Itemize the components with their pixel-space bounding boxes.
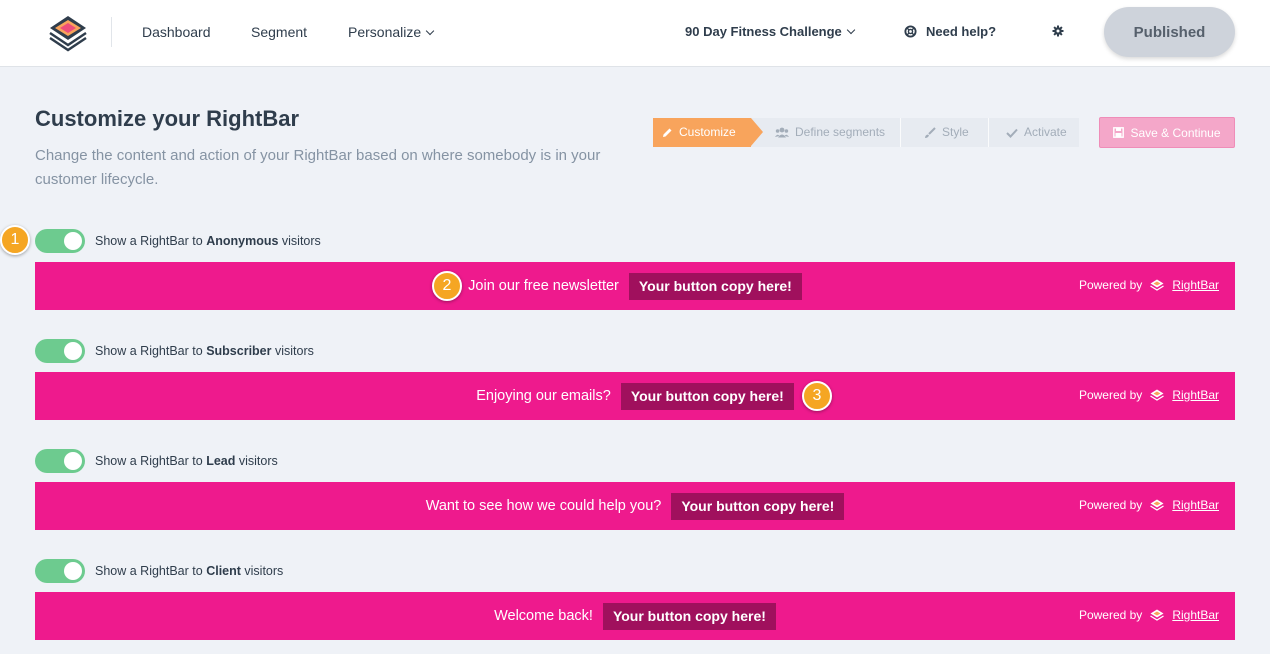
- powered-by-text: Powered by: [1078, 278, 1143, 292]
- rightbar-client: Welcome back! Your button copy here! Pow…: [35, 592, 1235, 640]
- progress-stepper: Customize Define segments Style Activate: [653, 118, 1079, 147]
- published-button[interactable]: Published: [1104, 7, 1235, 57]
- rightbar-link[interactable]: RightBar: [1172, 388, 1219, 402]
- rightbar-logo-icon: [1150, 279, 1165, 291]
- bar-message[interactable]: Want to see how we could help you?: [426, 498, 662, 514]
- pencil-icon: [663, 128, 672, 137]
- toggle-client[interactable]: [35, 559, 85, 583]
- lifebuoy-icon: [904, 25, 917, 38]
- bar-content: Enjoying our emails? Your button copy he…: [35, 372, 1235, 420]
- powered-by-text: Powered by: [1078, 388, 1143, 402]
- check-icon: [1006, 128, 1018, 138]
- label-prefix: Show a RightBar to: [95, 564, 203, 578]
- step-label: Style: [942, 125, 969, 139]
- campaign-name: 90 Day Fitness Challenge: [685, 24, 842, 39]
- label-prefix: Show a RightBar to: [95, 454, 203, 468]
- rightbar-subscriber: Enjoying our emails? Your button copy he…: [35, 372, 1235, 420]
- gear-icon[interactable]: [1052, 25, 1064, 37]
- bar-cta-button[interactable]: Your button copy here!: [628, 272, 802, 300]
- nav-personalize-label: Personalize: [348, 24, 422, 40]
- bar-content: Welcome back! Your button copy here!: [35, 592, 1235, 640]
- save-icon: [1113, 127, 1125, 138]
- powered-by: Powered by RightBar: [1079, 388, 1219, 402]
- rightbar-logo-icon: [1150, 389, 1165, 401]
- rightbar-link[interactable]: RightBar: [1172, 278, 1219, 292]
- top-nav: Dashboard Segment Personalize 90 Day Fit…: [0, 0, 1270, 67]
- step-label: Define segments: [795, 125, 886, 139]
- rightbar-logo-icon: [1150, 499, 1165, 511]
- row-label-anonymous: Show a RightBar to Anonymous visitors: [95, 234, 321, 248]
- step-define-segments[interactable]: Define segments: [775, 118, 885, 147]
- users-icon: [775, 127, 789, 138]
- rightbar-anonymous: Join our free newsletter Your button cop…: [35, 262, 1235, 310]
- logo-icon[interactable]: [48, 14, 88, 52]
- annotation-marker-2: 2: [432, 271, 462, 301]
- chevron-down-icon: [425, 26, 435, 36]
- nav-segment[interactable]: Segment: [251, 23, 307, 41]
- step-customize[interactable]: Customize: [653, 118, 751, 147]
- powered-by: Powered by RightBar: [1079, 608, 1219, 622]
- rightbar-link[interactable]: RightBar: [1172, 498, 1219, 512]
- bar-message[interactable]: Welcome back!: [494, 608, 593, 624]
- rightbar-lead: Want to see how we could help you? Your …: [35, 482, 1235, 530]
- powered-by-text: Powered by: [1078, 498, 1143, 512]
- step-style[interactable]: Style: [924, 118, 969, 147]
- step-arrow: [751, 118, 763, 146]
- step-label: Customize: [679, 125, 736, 139]
- brush-icon: [925, 126, 936, 138]
- row-label-client: Show a RightBar to Client visitors: [95, 564, 283, 578]
- help-link[interactable]: Need help?: [904, 24, 996, 39]
- bar-cta-button[interactable]: Your button copy here!: [602, 602, 776, 630]
- row-label-lead: Show a RightBar to Lead visitors: [95, 454, 278, 468]
- bar-cta-button[interactable]: Your button copy here!: [620, 382, 794, 410]
- label-audience: Lead: [206, 454, 236, 468]
- powered-by-text: Powered by: [1078, 608, 1143, 622]
- save-continue-label: Save & Continue: [1130, 125, 1221, 140]
- page-title: Customize your RightBar: [35, 106, 300, 131]
- nav-personalize[interactable]: Personalize: [348, 23, 435, 41]
- step-divider: [988, 118, 989, 147]
- annotation-marker-3: 3: [802, 381, 832, 411]
- campaign-selector[interactable]: 90 Day Fitness Challenge: [685, 24, 856, 39]
- powered-by: Powered by RightBar: [1079, 278, 1219, 292]
- row-label-subscriber: Show a RightBar to Subscriber visitors: [95, 344, 314, 358]
- label-prefix: Show a RightBar to: [95, 234, 203, 248]
- step-activate[interactable]: Activate: [1006, 118, 1067, 147]
- toggle-subscriber[interactable]: [35, 339, 85, 363]
- rightbar-link[interactable]: RightBar: [1172, 608, 1219, 622]
- step-label: Activate: [1024, 125, 1067, 139]
- toggle-lead[interactable]: [35, 449, 85, 473]
- rightbar-logo-icon: [1150, 609, 1165, 621]
- step-divider: [900, 118, 901, 147]
- label-audience: Client: [206, 564, 241, 578]
- label-suffix: visitors: [238, 454, 278, 468]
- label-suffix: visitors: [244, 564, 284, 578]
- label-audience: Subscriber: [206, 344, 272, 358]
- nav-divider: [111, 17, 112, 47]
- annotation-marker-1: 1: [0, 225, 30, 255]
- label-suffix: visitors: [274, 344, 314, 358]
- bar-content: Want to see how we could help you? Your …: [35, 482, 1235, 530]
- nav-dashboard[interactable]: Dashboard: [142, 23, 211, 41]
- label-prefix: Show a RightBar to: [95, 344, 203, 358]
- toggle-knob: [64, 342, 82, 360]
- bar-content: Join our free newsletter Your button cop…: [35, 262, 1235, 310]
- toggle-knob: [64, 452, 82, 470]
- toggle-knob: [64, 562, 82, 580]
- bar-cta-button[interactable]: Your button copy here!: [671, 492, 845, 520]
- page-description: Change the content and action of your Ri…: [35, 147, 601, 188]
- toggle-knob: [64, 232, 82, 250]
- bar-message[interactable]: Enjoying our emails?: [476, 388, 611, 404]
- chevron-down-icon: [846, 25, 856, 35]
- label-suffix: visitors: [281, 234, 321, 248]
- save-continue-button[interactable]: Save & Continue: [1099, 117, 1235, 148]
- toggle-anonymous[interactable]: [35, 229, 85, 253]
- powered-by: Powered by RightBar: [1079, 498, 1219, 512]
- bar-message[interactable]: Join our free newsletter: [468, 278, 619, 294]
- label-audience: Anonymous: [206, 234, 279, 248]
- help-label: Need help?: [926, 24, 997, 39]
